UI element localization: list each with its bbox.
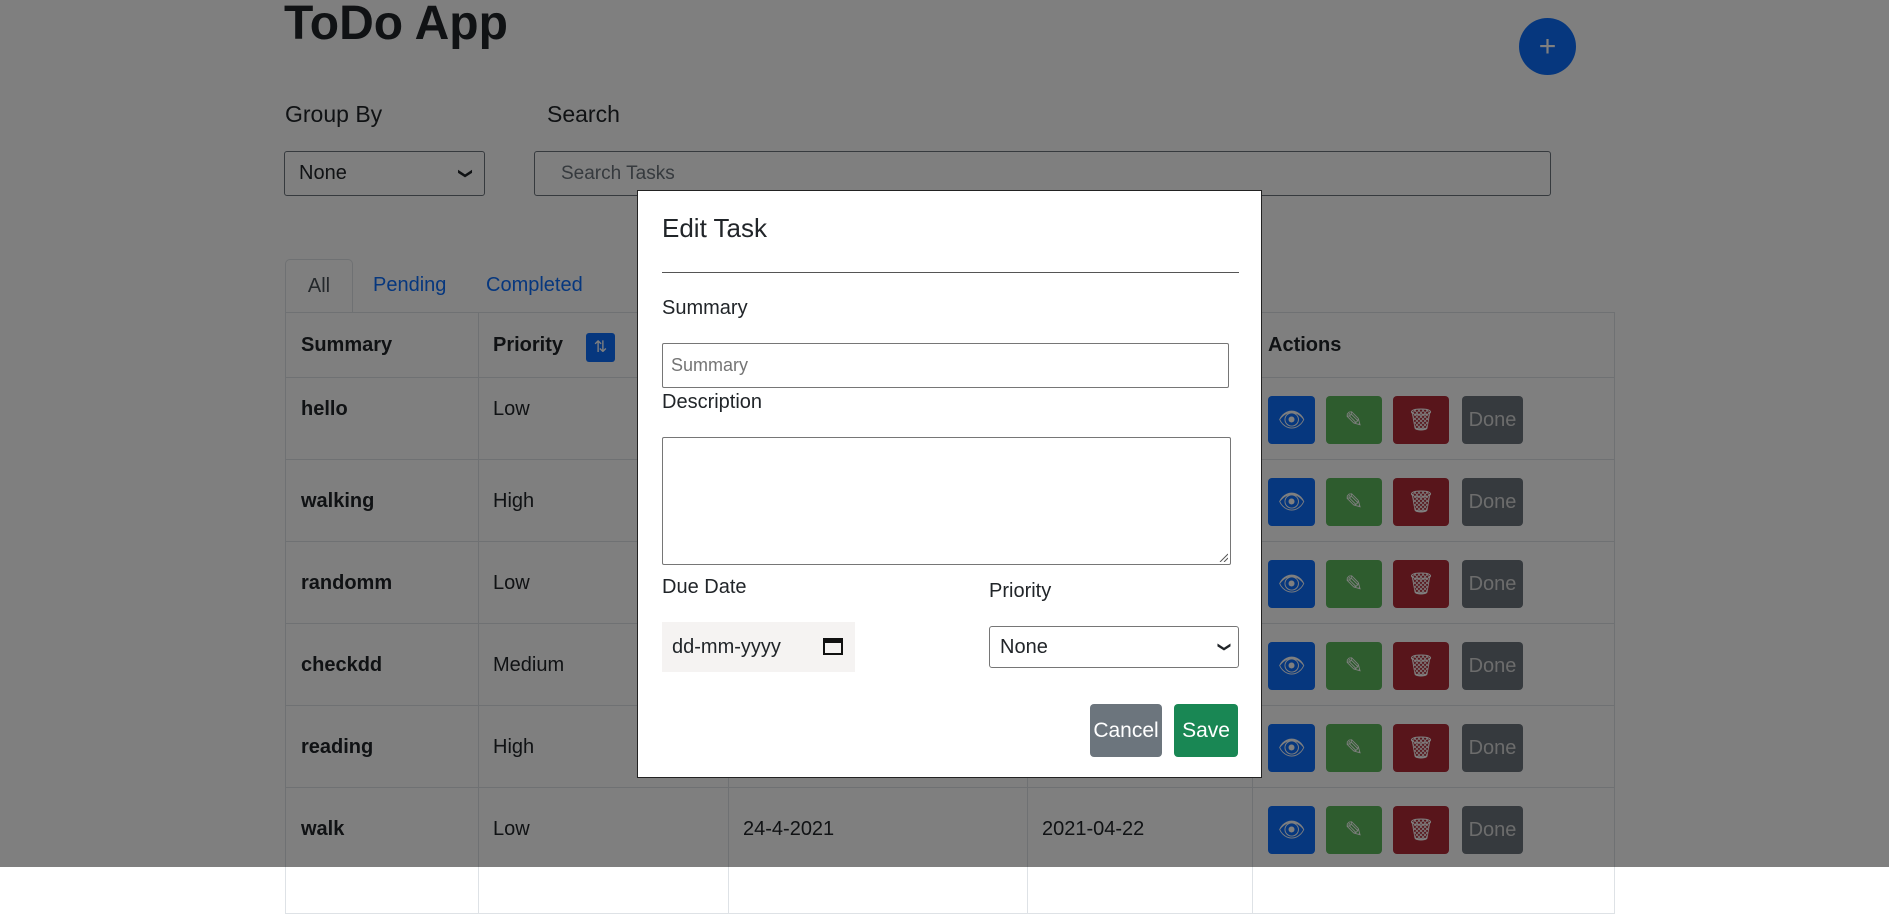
due-date-input[interactable]: dd-mm-yyyy [662, 622, 855, 672]
save-button[interactable]: Save [1174, 704, 1238, 757]
calendar-icon[interactable] [823, 637, 843, 655]
summary-input[interactable]: Summary [662, 343, 1229, 388]
due-date-placeholder: dd-mm-yyyy [672, 636, 781, 658]
summary-label: Summary [662, 297, 748, 319]
due-date-label: Due Date [662, 576, 747, 598]
cancel-button[interactable]: Cancel [1090, 704, 1162, 757]
resize-grip-icon [1219, 553, 1228, 562]
priority-select[interactable]: None ❯ [989, 626, 1239, 668]
description-label: Description [662, 391, 763, 413]
edit-task-modal: Edit Task Summary Summary Description Du… [637, 190, 1262, 778]
chevron-down-icon: ❯ [1217, 641, 1233, 653]
priority-label: Priority [989, 580, 1052, 602]
modal-divider [662, 272, 1239, 273]
priority-value: None [1000, 636, 1048, 658]
description-textarea[interactable] [662, 437, 1231, 565]
modal-title: Edit Task [662, 213, 768, 243]
